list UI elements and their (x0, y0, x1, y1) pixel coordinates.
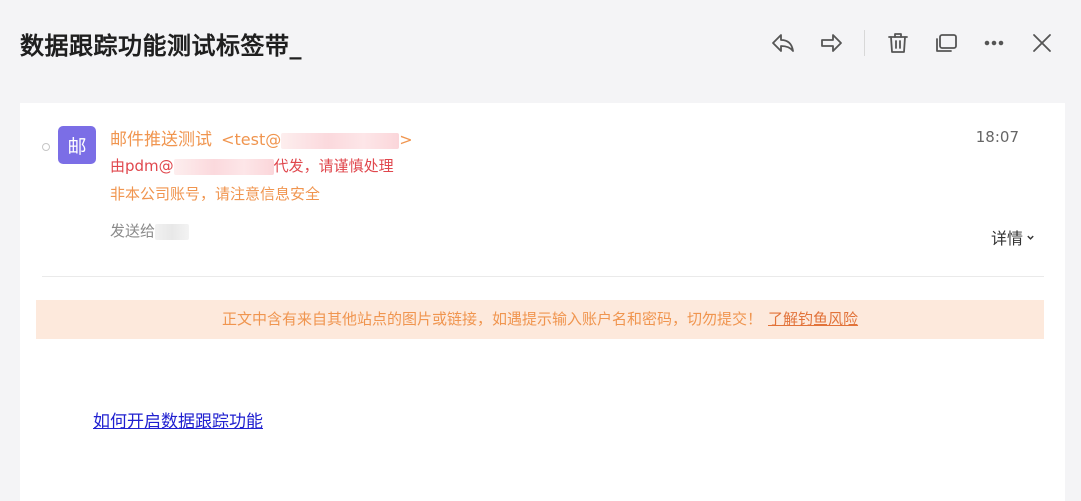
close-icon (1033, 34, 1051, 52)
sender-name[interactable]: 邮件推送测试 (110, 130, 212, 150)
sender-address-prefix: <test@ (221, 130, 282, 149)
email-subject: 数据跟踪功能测试标签带_ (20, 32, 302, 60)
reply-button[interactable] (764, 24, 802, 62)
phishing-risk-link[interactable]: 了解钓鱼风险 (768, 310, 858, 328)
sender-address[interactable]: <test@ > (221, 130, 413, 149)
received-time: 18:07 (975, 128, 1019, 146)
header: 数据跟踪功能测试标签带_ (0, 0, 1081, 88)
new-window-icon (936, 34, 957, 52)
forward-button[interactable] (812, 24, 850, 62)
more-button[interactable] (975, 24, 1013, 62)
details-toggle[interactable]: 详情 (991, 225, 1035, 249)
recipient-line: 发送给 (110, 220, 190, 241)
email-reader-window: 数据跟踪功能测试标签带_ 邮 邮件推送测试 <test@ > 18:07 由pd… (0, 0, 1081, 501)
proxy-suffix: 代发，请谨慎处理 (273, 157, 394, 175)
toolbar-separator (864, 30, 865, 56)
phishing-warning-text: 正文中含有来自其他站点的图片或链接，如遇提示输入账户名和密码，切勿提交！ (221, 310, 762, 328)
close-button[interactable] (1023, 24, 1061, 62)
more-icon (984, 40, 1004, 46)
toolbar (754, 24, 1061, 62)
external-account-warning: 非本公司账号，请注意信息安全 (110, 185, 321, 203)
email-card: 邮 邮件推送测试 <test@ > 18:07 由pdm@ 代发，请谨慎处理 非本公… (20, 103, 1065, 501)
proxy-sender-notice: 由pdm@ 代发，请谨慎处理 (110, 155, 394, 176)
chevron-down-icon (1027, 235, 1034, 240)
details-label: 详情 (990, 229, 1023, 248)
redacted-domain (281, 132, 400, 149)
sender-avatar: 邮 (58, 126, 96, 164)
phishing-warning-banner: 正文中含有来自其他站点的图片或链接，如遇提示输入账户名和密码，切勿提交！ 了解钓鱼… (36, 300, 1044, 339)
forward-icon (821, 34, 842, 52)
body-link-data-tracking[interactable]: 如何开启数据跟踪功能 (93, 407, 263, 432)
trash-icon (888, 33, 908, 53)
redacted-proxy-domain (173, 158, 274, 175)
delete-button[interactable] (879, 24, 917, 62)
proxy-prefix: 由pdm@ (110, 157, 174, 175)
read-status-dot[interactable] (42, 143, 50, 151)
sender-address-suffix: > (399, 130, 413, 149)
redacted-recipient (155, 223, 190, 240)
sender-line: 邮件推送测试 <test@ > (110, 125, 413, 150)
to-label: 发送给 (110, 222, 156, 240)
header-divider (42, 276, 1044, 277)
open-new-window-button[interactable] (927, 24, 965, 62)
reply-icon (772, 34, 794, 52)
